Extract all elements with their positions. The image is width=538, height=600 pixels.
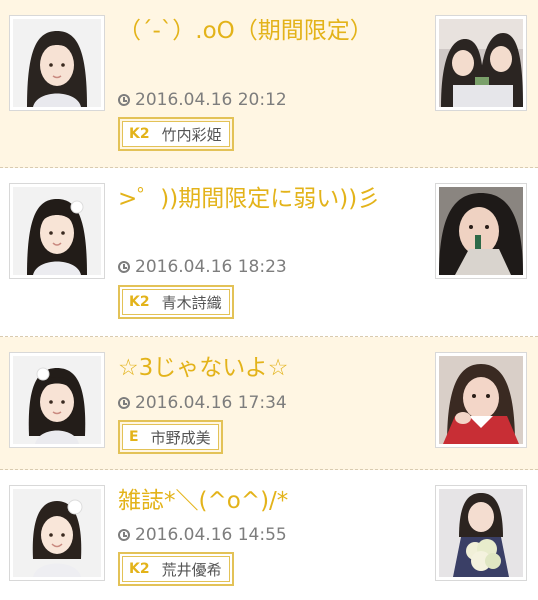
member-tag[interactable]: K2 荒井優希 (118, 552, 234, 586)
member-portrait-icon (13, 19, 101, 107)
post-thumbnail[interactable] (435, 183, 527, 279)
post-item[interactable]: 雑誌*＼(^o^)/* 2016.04.16 14:55 K2 荒井優希 (0, 470, 538, 600)
post-item[interactable]: （´-`）.oO（期間限定） 2016.04.16 20:12 K2 竹内彩姫 (0, 0, 538, 168)
team-label: K2 (129, 294, 150, 310)
member-name: 市野成美 (150, 428, 211, 447)
member-avatar[interactable] (9, 485, 105, 581)
post-title[interactable]: 雑誌*＼(^o^)/* (118, 484, 418, 518)
team-label: K2 (129, 561, 150, 577)
member-avatar[interactable] (9, 352, 105, 448)
post-datetime-text: 2016.04.16 20:12 (135, 90, 287, 110)
member-avatar[interactable] (9, 183, 105, 279)
post-thumbnail[interactable] (435, 352, 527, 448)
post-datetime: 2016.04.16 14:55 (118, 525, 287, 545)
member-tag[interactable]: K2 青木詩織 (118, 285, 234, 319)
photo-thumbnail-icon (439, 19, 523, 107)
post-datetime-text: 2016.04.16 18:23 (135, 257, 287, 277)
member-name: 青木詩織 (161, 293, 222, 312)
photo-thumbnail-icon (439, 489, 523, 577)
photo-thumbnail-icon (439, 356, 523, 444)
team-label: E (129, 429, 139, 445)
photo-thumbnail-icon (439, 187, 523, 275)
post-title[interactable]: >゜))期間限定に弱い))彡 (118, 182, 418, 216)
member-tag[interactable]: K2 竹内彩姫 (118, 117, 234, 151)
member-portrait-icon (13, 356, 101, 444)
clock-icon (118, 94, 130, 106)
post-thumbnail[interactable] (435, 485, 527, 581)
post-datetime-text: 2016.04.16 14:55 (135, 525, 287, 545)
post-title[interactable]: ☆3じゃないよ☆ (118, 351, 418, 385)
post-datetime: 2016.04.16 17:34 (118, 393, 287, 413)
blog-feed: （´-`）.oO（期間限定） 2016.04.16 20:12 K2 竹内彩姫 (0, 0, 538, 600)
member-name: 竹内彩姫 (161, 125, 222, 144)
post-datetime-text: 2016.04.16 17:34 (135, 393, 287, 413)
member-avatar[interactable] (9, 15, 105, 111)
member-portrait-icon (13, 187, 101, 275)
clock-icon (118, 261, 130, 273)
clock-icon (118, 529, 130, 541)
clock-icon (118, 397, 130, 409)
post-item[interactable]: ☆3じゃないよ☆ 2016.04.16 17:34 E 市野成美 (0, 337, 538, 470)
post-thumbnail[interactable] (435, 15, 527, 111)
post-datetime: 2016.04.16 20:12 (118, 90, 287, 110)
team-label: K2 (129, 126, 150, 142)
post-title[interactable]: （´-`）.oO（期間限定） (118, 14, 418, 48)
post-datetime: 2016.04.16 18:23 (118, 257, 287, 277)
member-name: 荒井優希 (161, 560, 222, 579)
member-portrait-icon (13, 489, 101, 577)
member-tag[interactable]: E 市野成美 (118, 420, 223, 454)
post-item[interactable]: >゜))期間限定に弱い))彡 2016.04.16 18:23 K2 青木詩織 (0, 168, 538, 337)
